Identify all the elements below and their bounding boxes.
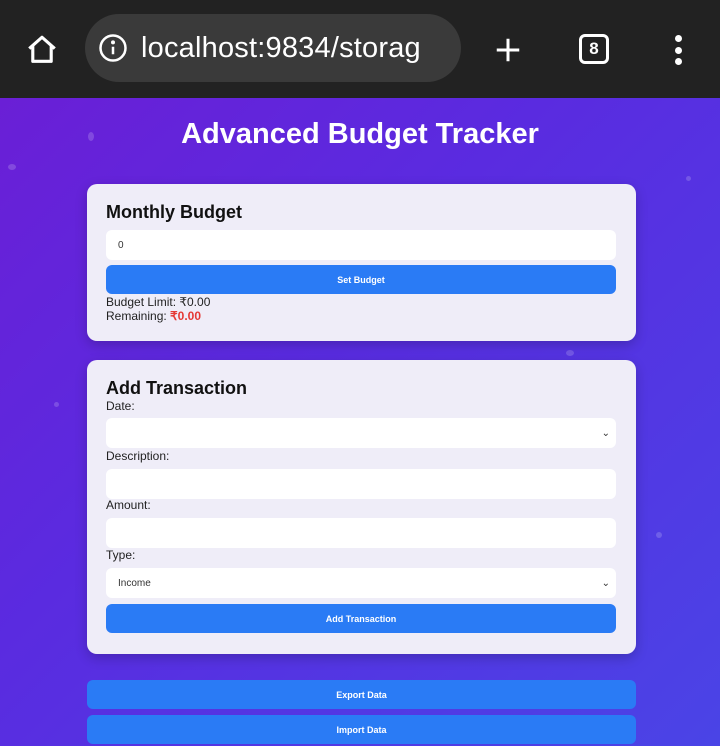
add-transaction-card: Add Transaction Date: ⌄ Description: Amo… xyxy=(87,360,636,654)
date-label: Date: xyxy=(106,399,135,413)
description-label: Description: xyxy=(106,449,170,463)
home-icon[interactable] xyxy=(22,30,62,70)
remaining-label: Remaining: xyxy=(106,309,171,323)
background-particle xyxy=(656,532,662,538)
page-title: Advanced Budget Tracker xyxy=(181,118,539,150)
monthly-budget-card: Monthly Budget 0 Set Budget Budget Limit… xyxy=(87,184,636,341)
background-particle xyxy=(686,176,691,181)
address-bar[interactable]: localhost:9834/storag xyxy=(85,14,461,82)
amount-input[interactable] xyxy=(106,518,616,548)
remaining-text: Remaining: ₹0.00 xyxy=(106,309,201,323)
date-field[interactable]: ⌄ xyxy=(106,418,616,448)
budget-input[interactable]: 0 xyxy=(106,230,616,260)
import-data-button[interactable]: Import Data xyxy=(87,715,636,744)
page-content: Advanced Budget Tracker Monthly Budget 0… xyxy=(0,98,720,746)
add-transaction-button[interactable]: Add Transaction xyxy=(106,604,616,633)
description-input[interactable] xyxy=(106,469,616,499)
budget-limit-text: Budget Limit: ₹0.00 xyxy=(106,295,211,309)
amount-label: Amount: xyxy=(106,498,151,512)
background-particle xyxy=(8,164,16,170)
type-selected-value: Income xyxy=(118,577,151,589)
monthly-budget-heading: Monthly Budget xyxy=(106,202,242,222)
url-text: localhost:9834/storag xyxy=(141,31,421,64)
remaining-value: ₹0.00 xyxy=(170,309,202,323)
type-label: Type: xyxy=(106,548,136,562)
info-icon[interactable] xyxy=(97,32,129,64)
overflow-menu-icon[interactable] xyxy=(666,30,690,70)
new-tab-icon[interactable] xyxy=(488,30,528,70)
chevron-down-icon: ⌄ xyxy=(601,427,610,439)
set-budget-button[interactable]: Set Budget xyxy=(106,265,616,294)
type-select[interactable]: Income ⌄ xyxy=(106,568,616,598)
chevron-down-icon: ⌄ xyxy=(601,577,610,589)
background-particle xyxy=(54,402,59,407)
tab-switcher-button[interactable]: 8 xyxy=(579,34,609,64)
background-particle xyxy=(566,350,574,356)
export-data-button[interactable]: Export Data xyxy=(87,680,636,709)
browser-toolbar: localhost:9834/storag 8 xyxy=(0,0,720,98)
add-transaction-heading: Add Transaction xyxy=(106,378,248,398)
